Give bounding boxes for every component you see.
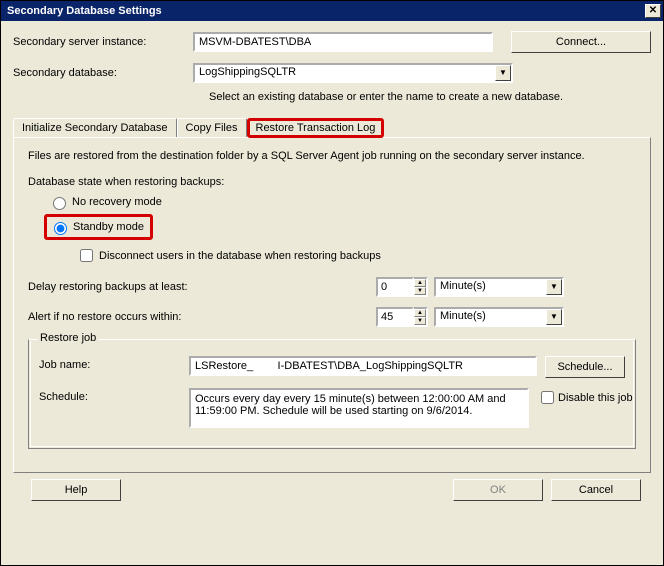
delay-label: Delay restoring backups at least: [28, 281, 376, 293]
standby-label: Standby mode [73, 221, 144, 233]
disable-job-row[interactable]: Disable this job [537, 388, 633, 407]
alert-unit-combo[interactable]: Minute(s) ▼ [434, 307, 564, 327]
no-recovery-radio[interactable] [53, 197, 66, 210]
restore-job-legend: Restore job [37, 332, 99, 344]
schedule-label: Schedule: [39, 388, 189, 403]
secondary-db-help: Select an existing database or enter the… [209, 91, 651, 103]
connect-button[interactable]: Connect... [511, 31, 651, 53]
restore-job-group: Restore job Job name: Schedule... Schedu… [28, 339, 636, 449]
schedule-button[interactable]: Schedule... [545, 356, 625, 378]
disable-job-label: Disable this job [558, 392, 633, 404]
db-state-label: Database state when restoring backups: [28, 176, 636, 188]
schedule-text: Occurs every day every 15 minute(s) betw… [189, 388, 529, 428]
disable-job-checkbox[interactable] [541, 391, 554, 404]
server-instance-label: Secondary server instance: [13, 36, 193, 48]
spin-down-icon[interactable]: ▼ [414, 287, 426, 295]
tab-initialize[interactable]: Initialize Secondary Database [13, 118, 177, 138]
dropdown-icon[interactable]: ▼ [546, 279, 562, 295]
standby-radio[interactable] [54, 222, 67, 235]
close-button[interactable]: ✕ [645, 4, 661, 18]
server-instance-field[interactable] [193, 32, 493, 52]
secondary-db-value: LogShippingSQLTR [195, 65, 495, 81]
alert-label: Alert if no restore occurs within: [28, 311, 376, 323]
disconnect-users-label: Disconnect users in the database when re… [99, 250, 381, 262]
alert-spinner[interactable]: ▲▼ [376, 307, 428, 327]
secondary-db-label: Secondary database: [13, 67, 193, 79]
ok-button[interactable]: OK [453, 479, 543, 501]
delay-unit-combo[interactable]: Minute(s) ▼ [434, 277, 564, 297]
delay-spinner[interactable]: ▲▼ [376, 277, 428, 297]
dialog-content: Secondary server instance: Connect... Se… [1, 21, 663, 513]
tab-panel-restore: Files are restored from the destination … [13, 137, 651, 473]
restore-info-text: Files are restored from the destination … [28, 150, 636, 162]
dialog-footer: Help OK Cancel [13, 473, 651, 507]
tab-restore-log[interactable]: Restore Transaction Log [247, 118, 385, 138]
spin-up-icon[interactable]: ▲ [414, 309, 426, 317]
alert-unit-value: Minute(s) [436, 309, 546, 325]
delay-unit-value: Minute(s) [436, 279, 546, 295]
spin-down-icon[interactable]: ▼ [414, 317, 426, 325]
tab-copy-files[interactable]: Copy Files [177, 118, 247, 138]
disconnect-users-checkbox[interactable] [80, 249, 93, 262]
help-button[interactable]: Help [31, 479, 121, 501]
titlebar: Secondary Database Settings ✕ [1, 1, 663, 21]
no-recovery-label: No recovery mode [72, 196, 162, 208]
alert-value[interactable] [376, 307, 414, 327]
tabstrip: Initialize Secondary Database Copy Files… [13, 118, 651, 138]
delay-value[interactable] [376, 277, 414, 297]
window-title: Secondary Database Settings [7, 5, 162, 17]
dropdown-icon[interactable]: ▼ [495, 65, 511, 81]
secondary-db-combo[interactable]: LogShippingSQLTR ▼ [193, 63, 513, 83]
job-name-label: Job name: [39, 356, 189, 371]
dropdown-icon[interactable]: ▼ [546, 309, 562, 325]
spin-up-icon[interactable]: ▲ [414, 279, 426, 287]
job-name-field[interactable] [189, 356, 537, 376]
cancel-button[interactable]: Cancel [551, 479, 641, 501]
